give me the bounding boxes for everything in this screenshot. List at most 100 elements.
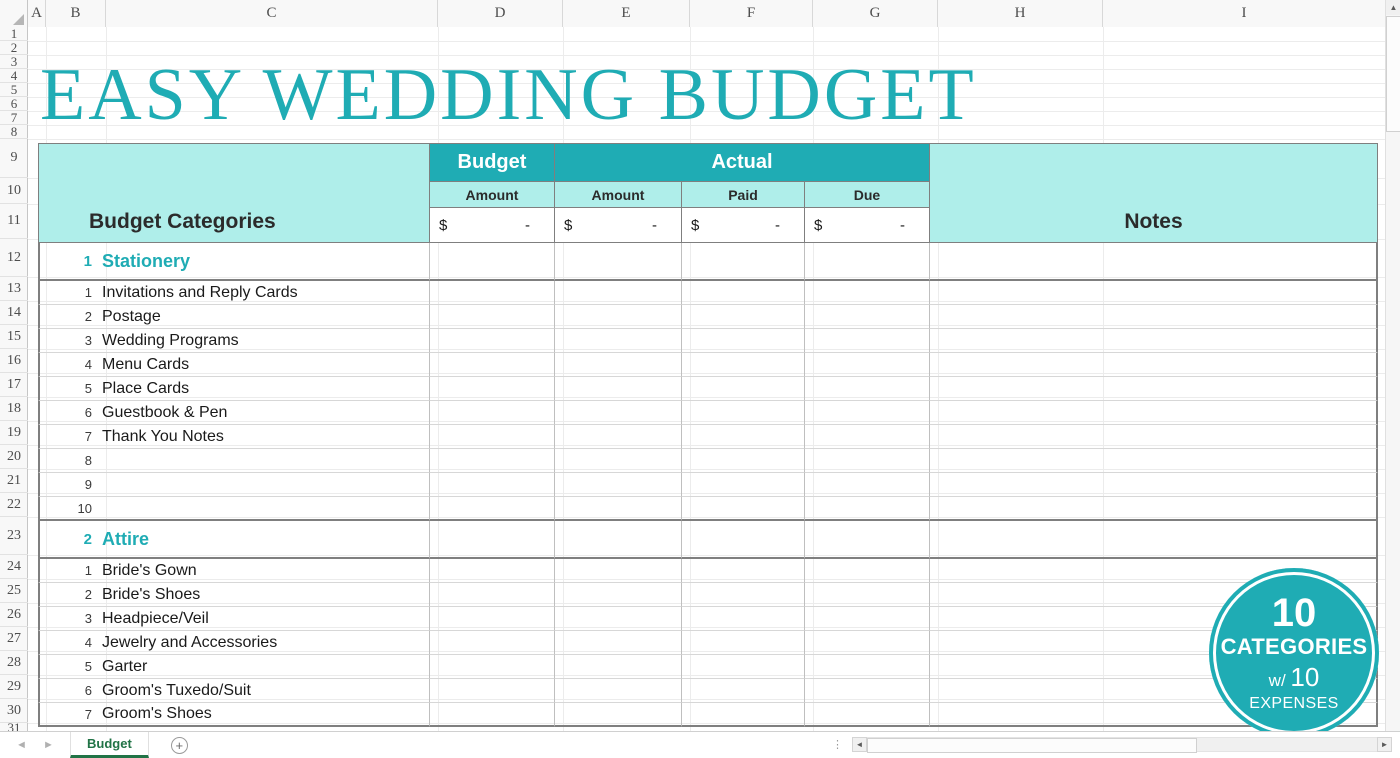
cell-paid[interactable] [682,281,805,305]
cell-due[interactable] [805,305,930,329]
scroll-right-button[interactable]: ► [1377,737,1392,752]
cell-notes[interactable] [930,521,1378,559]
cell-due[interactable] [805,631,930,655]
cell-actual-amount[interactable] [555,473,682,497]
cell-paid[interactable] [682,353,805,377]
cell-notes[interactable] [930,353,1378,377]
cell-actual-amount[interactable] [555,281,682,305]
item-name[interactable]: Wedding Programs [98,329,430,353]
column-header-F[interactable]: F [690,0,813,27]
item-name[interactable]: Garter [98,655,430,679]
row-header-27[interactable]: 27 [0,627,28,651]
item-row[interactable]: 1 Invitations and Reply Cards [38,281,1378,305]
item-name[interactable]: Headpiece/Veil [98,607,430,631]
vertical-scrollbar[interactable]: ▲ [1385,0,1400,731]
cell-paid[interactable] [682,497,805,521]
row-header-19[interactable]: 19 [0,421,28,445]
cell-actual-amount[interactable] [555,497,682,521]
cell-budget-amount[interactable] [430,377,555,401]
cell-notes[interactable] [930,281,1378,305]
row-header-7[interactable]: 7 [0,111,28,125]
item-name[interactable]: Menu Cards [98,353,430,377]
cell-paid[interactable] [682,703,805,727]
grid-canvas[interactable]: EASY WEDDING BUDGET Budget Categories Bu… [28,27,1400,731]
item-row[interactable]: 7 Thank You Notes [38,425,1378,449]
cell-due[interactable] [805,401,930,425]
sheet-tab-budget[interactable]: Budget [70,732,149,758]
row-header-14[interactable]: 14 [0,301,28,325]
item-name[interactable]: Bride's Gown [98,559,430,583]
cell-due[interactable] [805,559,930,583]
cell-budget-amount[interactable] [430,353,555,377]
category-row[interactable]: 2 Attire [38,521,1378,559]
cell-budget-amount[interactable] [430,679,555,703]
cell-budget-amount[interactable] [430,559,555,583]
cell-due[interactable] [805,655,930,679]
cell-budget-amount[interactable] [430,497,555,521]
column-header-E[interactable]: E [563,0,690,27]
item-row[interactable]: 1 Bride's Gown [38,559,1378,583]
cell-due[interactable] [805,281,930,305]
cell-notes[interactable] [930,377,1378,401]
row-header-8[interactable]: 8 [0,125,28,139]
cell-paid[interactable] [682,679,805,703]
cell-notes[interactable] [930,473,1378,497]
cell-budget-amount[interactable] [430,521,555,559]
row-header-29[interactable]: 29 [0,675,28,699]
row-header-18[interactable]: 18 [0,397,28,421]
cell-due[interactable] [805,329,930,353]
horizontal-scroll-thumb[interactable] [867,738,1197,753]
scroll-left-button[interactable]: ◄ [852,737,867,752]
cell-actual-amount[interactable] [555,353,682,377]
row-header-3[interactable]: 3 [0,55,28,69]
split-grip-icon[interactable]: ⋮ [832,738,844,751]
cell-notes[interactable] [930,425,1378,449]
row-header-15[interactable]: 15 [0,325,28,349]
item-row[interactable]: 8 [38,449,1378,473]
cell-actual-amount[interactable] [555,655,682,679]
row-header-28[interactable]: 28 [0,651,28,675]
cell-paid[interactable] [682,655,805,679]
cell-actual-amount[interactable] [555,521,682,559]
item-row[interactable]: 2 Postage [38,305,1378,329]
row-header-24[interactable]: 24 [0,555,28,579]
add-sheet-icon[interactable]: + [170,736,188,754]
item-name[interactable] [98,449,430,473]
item-name[interactable]: Groom's Shoes [98,703,430,727]
cell-due[interactable] [805,607,930,631]
cell-notes[interactable] [930,329,1378,353]
row-header-25[interactable]: 25 [0,579,28,603]
cell-due[interactable] [805,425,930,449]
item-row[interactable]: 4 Menu Cards [38,353,1378,377]
cell-actual-amount[interactable] [555,631,682,655]
row-header-20[interactable]: 20 [0,445,28,469]
column-header-B[interactable]: B [46,0,106,27]
vertical-scroll-thumb[interactable] [1386,16,1400,132]
cell-budget-amount[interactable] [430,243,555,281]
cell-due[interactable] [805,583,930,607]
horizontal-scrollbar[interactable]: ⋮ ◄ ► [832,735,1392,754]
cell-actual-amount[interactable] [555,329,682,353]
cell-actual-amount[interactable] [555,679,682,703]
cell-actual-amount[interactable] [555,425,682,449]
cell-paid[interactable] [682,559,805,583]
row-header-11[interactable]: 11 [0,204,28,239]
row-header-12[interactable]: 12 [0,239,28,277]
row-header-16[interactable]: 16 [0,349,28,373]
row-header-26[interactable]: 26 [0,603,28,627]
row-header-22[interactable]: 22 [0,493,28,517]
cell-actual-amount[interactable] [555,703,682,727]
item-name[interactable]: Thank You Notes [98,425,430,449]
item-row[interactable]: 6 Guestbook & Pen [38,401,1378,425]
row-header-5[interactable]: 5 [0,83,28,97]
cell-budget-amount[interactable] [430,631,555,655]
row-header-13[interactable]: 13 [0,277,28,301]
cell-actual-amount[interactable] [555,583,682,607]
item-row[interactable]: 5 Garter [38,655,1378,679]
item-name[interactable]: Guestbook & Pen [98,401,430,425]
row-header-17[interactable]: 17 [0,373,28,397]
row-header-4[interactable]: 4 [0,69,28,83]
cell-paid[interactable] [682,425,805,449]
item-name[interactable]: Jewelry and Accessories [98,631,430,655]
item-name[interactable]: Place Cards [98,377,430,401]
